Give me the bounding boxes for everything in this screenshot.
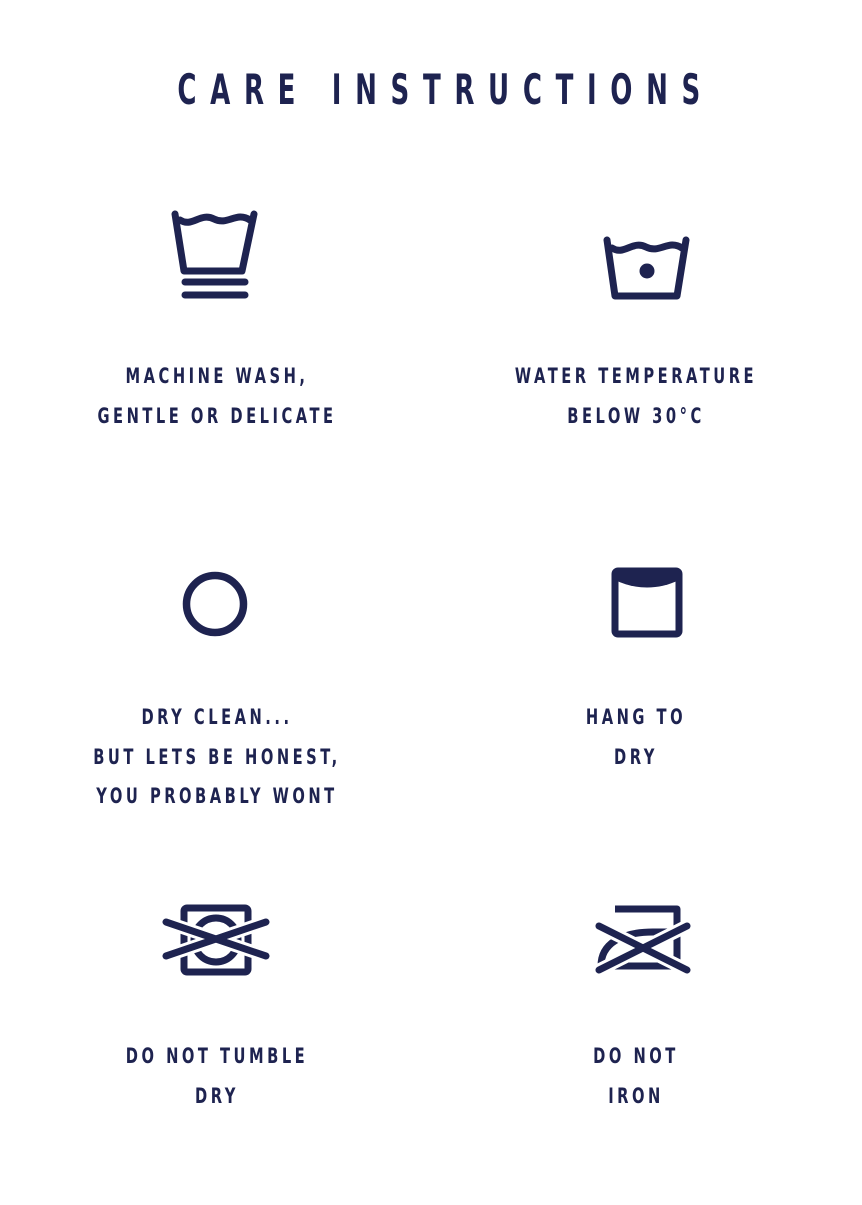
page-title: CARE INSTRUCTIONS (177, 65, 714, 114)
caption-water-temperature: WATER TEMPERATURE BELOW 30°C (503, 357, 769, 436)
caption-do-not-tumble-dry: DO NOT TUMBLE DRY (84, 1037, 350, 1116)
caption-line: GENTLE OR DELICATE (97, 403, 337, 428)
wash-30c-icon (600, 234, 694, 304)
caption-line: DRY CLEAN... (141, 705, 293, 729)
caption-line: IRON (608, 1083, 664, 1108)
caption-line: WATER TEMPERATURE (514, 364, 758, 388)
caption-line: DRY (614, 744, 658, 769)
caption-do-not-iron: DO NOT IRON (503, 1037, 769, 1116)
caption-line: YOU PROBABLY WONT (96, 784, 338, 808)
caption-line: BUT LETS BE HONEST, (93, 744, 341, 769)
machine-wash-gentle-icon (170, 208, 262, 304)
caption-line: BELOW 30°C (567, 403, 705, 428)
caption-hang-dry: HANG TO DRY (503, 698, 769, 777)
caption-dry-clean: DRY CLEAN... BUT LETS BE HONEST, YOU PRO… (84, 698, 350, 817)
caption-machine-wash: MACHINE WASH, GENTLE OR DELICATE (84, 357, 350, 436)
caption-line: MACHINE WASH, (125, 364, 309, 388)
hang-dry-icon (609, 566, 685, 640)
do-not-iron-icon (593, 902, 693, 978)
do-not-tumble-dry-icon (160, 902, 272, 978)
dry-clean-icon (180, 569, 250, 639)
caption-line: DRY (195, 1083, 239, 1108)
caption-line: HANG TO (585, 705, 687, 729)
caption-line: DO NOT TUMBLE (125, 1044, 309, 1068)
caption-line: DO NOT (593, 1044, 679, 1068)
